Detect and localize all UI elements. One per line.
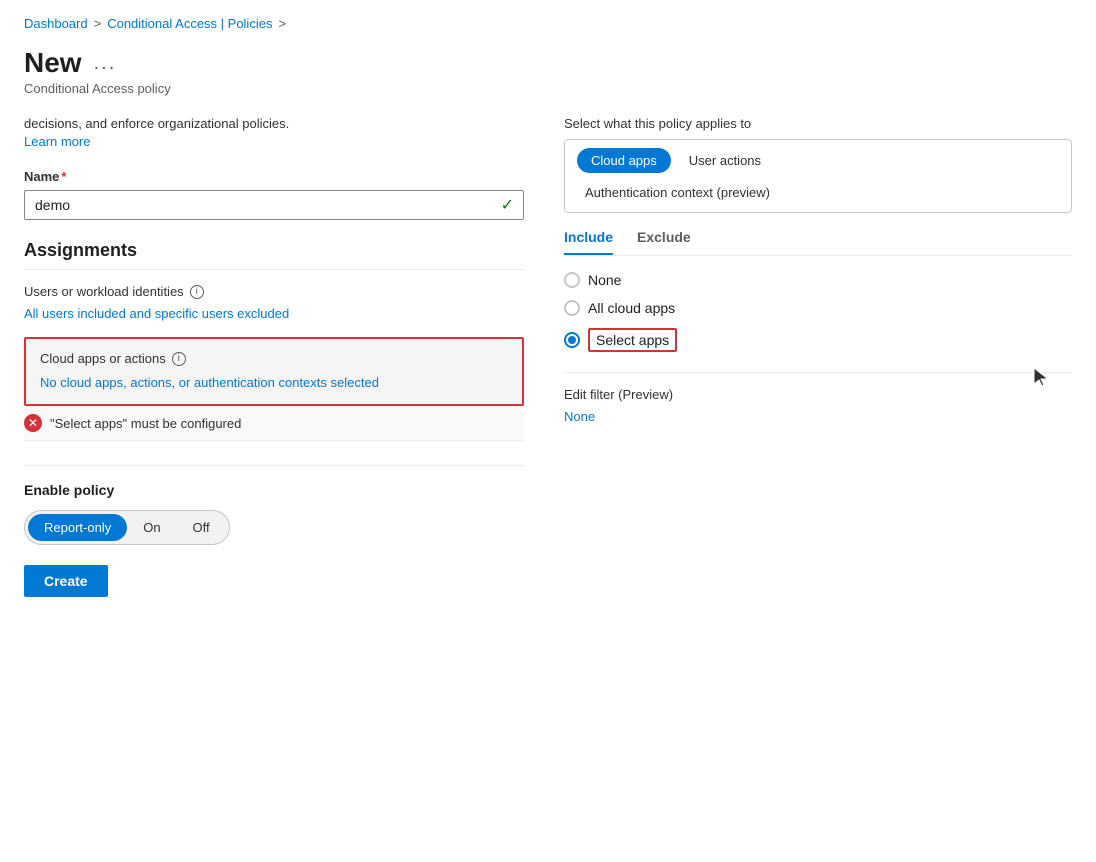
breadcrumb-dashboard[interactable]: Dashboard	[24, 16, 88, 31]
right-panel: Select what this policy applies to Cloud…	[564, 116, 1072, 597]
breadcrumb-policies[interactable]: Conditional Access | Policies	[107, 16, 272, 31]
radio-all-label: All cloud apps	[588, 300, 675, 316]
radio-all-cloud-apps[interactable]: All cloud apps	[564, 300, 1072, 316]
tab-exclude[interactable]: Exclude	[637, 229, 691, 255]
more-options-icon[interactable]: ...	[94, 52, 117, 75]
toggle-group[interactable]: Report-only On Off	[24, 510, 230, 545]
tabs-row: Include Exclude	[564, 229, 1072, 256]
assignments-header: Assignments	[24, 240, 524, 270]
radio-none[interactable]: None	[564, 272, 1072, 288]
cloud-apps-info-icon[interactable]: i	[172, 352, 186, 366]
checkmark-icon: ✓	[501, 195, 514, 215]
name-input[interactable]	[24, 190, 524, 220]
edit-filter-value[interactable]: None	[564, 409, 595, 424]
policy-applies-label: Select what this policy applies to	[564, 116, 1072, 131]
apply-user-actions-btn[interactable]: User actions	[675, 148, 775, 173]
required-star: *	[61, 169, 66, 184]
description-text: decisions, and enforce organizational po…	[24, 116, 524, 131]
toggle-on[interactable]: On	[127, 514, 176, 541]
tab-include[interactable]: Include	[564, 229, 613, 255]
users-label: Users or workload identities i	[24, 284, 524, 299]
page-container: Dashboard > Conditional Access | Policie…	[0, 0, 1096, 862]
toggle-report-only[interactable]: Report-only	[28, 514, 127, 541]
enable-policy-section: Enable policy Report-only On Off Create	[24, 465, 524, 597]
radio-select-label: Select apps	[596, 332, 669, 348]
error-icon: ✕	[24, 414, 42, 432]
learn-more-link[interactable]: Learn more	[24, 134, 90, 149]
apply-cloud-apps-btn[interactable]: Cloud apps	[577, 148, 671, 173]
breadcrumb-sep-2: >	[278, 16, 286, 31]
enable-policy-label: Enable policy	[24, 482, 524, 498]
left-panel: decisions, and enforce organizational po…	[24, 116, 524, 597]
edit-filter-section: Edit filter (Preview) None	[564, 372, 1072, 424]
create-button[interactable]: Create	[24, 565, 108, 597]
radio-select-circle	[564, 332, 580, 348]
users-link[interactable]: All users included and specific users ex…	[24, 306, 289, 321]
cloud-apps-box-title: Cloud apps or actions i	[40, 351, 508, 366]
error-text: "Select apps" must be configured	[50, 416, 241, 431]
radio-all-circle	[564, 300, 580, 316]
page-title-row: New ...	[24, 47, 1072, 79]
radio-select-apps[interactable]: Select apps	[564, 328, 1072, 352]
cloud-apps-message: No cloud apps, actions, or authenticatio…	[40, 374, 508, 392]
breadcrumb: Dashboard > Conditional Access | Policie…	[24, 16, 1072, 31]
name-section: Name* ✓	[24, 169, 524, 220]
users-info-icon[interactable]: i	[190, 285, 204, 299]
select-apps-box: Select apps	[588, 328, 677, 352]
apply-type-box: Cloud apps User actions Authentication c…	[564, 139, 1072, 213]
radio-none-circle	[564, 272, 580, 288]
cloud-apps-box[interactable]: Cloud apps or actions i No cloud apps, a…	[24, 337, 524, 406]
radio-select-dot	[568, 336, 576, 344]
apply-auth-context-btn[interactable]: Authentication context (preview)	[577, 181, 1059, 204]
error-row: ✕ "Select apps" must be configured	[24, 406, 524, 441]
main-layout: decisions, and enforce organizational po…	[24, 116, 1072, 597]
toggle-off[interactable]: Off	[177, 514, 226, 541]
radio-group: None All cloud apps Select apps	[564, 272, 1072, 352]
breadcrumb-sep-1: >	[94, 16, 102, 31]
page-subtitle: Conditional Access policy	[24, 81, 1072, 96]
page-title: New	[24, 47, 82, 79]
name-label: Name*	[24, 169, 524, 184]
radio-none-label: None	[588, 272, 621, 288]
cursor-icon	[1032, 366, 1052, 390]
edit-filter-label: Edit filter (Preview)	[564, 387, 1072, 402]
name-input-wrapper: ✓	[24, 190, 524, 220]
